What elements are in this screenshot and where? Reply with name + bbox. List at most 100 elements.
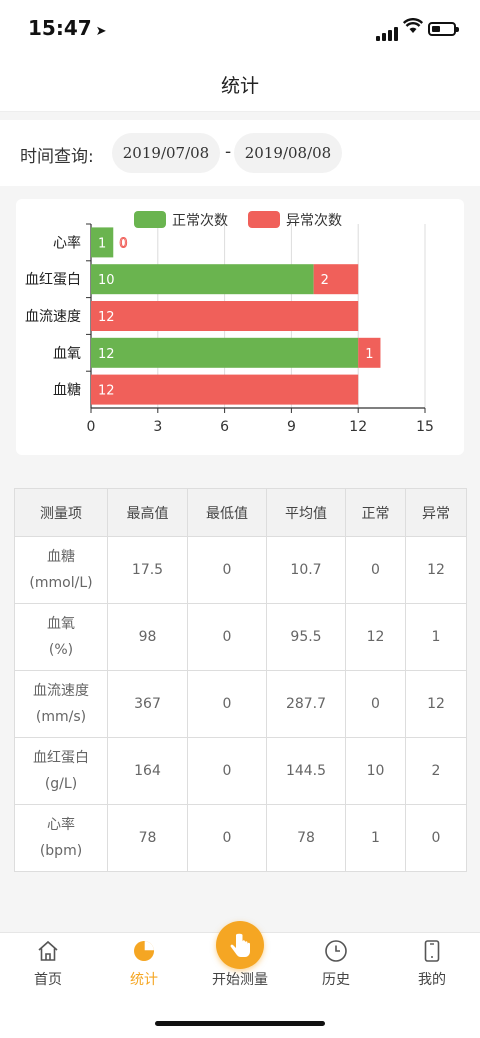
location-arrow-icon: ➤ (95, 24, 107, 39)
cell-item: 血流速度 (mm/s) (14, 670, 108, 738)
legend-label: 正常次数 (172, 213, 228, 229)
home-icon (38, 940, 58, 961)
pie-chart-icon (134, 941, 154, 961)
wifi-icon (402, 18, 424, 38)
cell-max: 367 (107, 670, 188, 738)
cell-avg: 144.5 (266, 737, 346, 805)
item-unit: (mmol/L) (29, 575, 93, 591)
header-abnormal: 异常 (405, 488, 467, 537)
bar (91, 374, 359, 405)
cell-avg: 287.7 (266, 670, 346, 738)
bar-value-label: 1 (98, 236, 106, 251)
cell-max: 98 (107, 603, 188, 671)
cell-min: 0 (187, 536, 267, 604)
x-tick-label: 0 (87, 419, 96, 435)
table-row: 血氧 (%) 98 0 95.5 12 1 (14, 603, 467, 671)
bar-value-label: 10 (98, 273, 115, 288)
cell-normal: 0 (345, 536, 406, 604)
x-tick-label: 9 (287, 419, 296, 435)
tab-history-label: 历史 (322, 972, 350, 988)
home-indicator (155, 1021, 325, 1026)
clock-icon (325, 940, 347, 962)
tab-history[interactable]: 历史 (288, 933, 384, 995)
status-time-text: 15:47 (28, 16, 92, 40)
y-tick-label: 血氧 (53, 346, 81, 362)
end-date-picker[interactable]: 2019/08/08 (234, 133, 342, 173)
table-row: 血流速度 (mm/s) 367 0 287.7 0 12 (14, 670, 467, 738)
date-separator: - (225, 142, 232, 162)
cell-max: 17.5 (107, 536, 188, 604)
tab-stats-label: 统计 (130, 972, 158, 988)
nav-bar: 统计 (0, 60, 480, 112)
header-max: 最高值 (107, 488, 188, 537)
cell-abnormal: 1 (405, 603, 467, 671)
item-unit: (%) (48, 642, 74, 658)
bar (91, 301, 359, 331)
header-avg: 平均值 (266, 488, 346, 537)
cell-item: 血红蛋白 (g/L) (14, 737, 108, 805)
header-normal: 正常 (345, 488, 406, 537)
signal-icon (376, 22, 400, 41)
page-title: 统计 (220, 75, 259, 97)
x-tick-label: 15 (416, 419, 434, 435)
start-measure-button[interactable] (216, 921, 264, 969)
item-name: 血氧 (47, 616, 75, 632)
tab-bar: 首页 统计 开始测量 历史 我的 (0, 921, 480, 995)
y-tick-label: 血红蛋白 (25, 272, 81, 288)
cell-normal: 10 (345, 737, 406, 805)
tab-mine[interactable]: 我的 (384, 933, 480, 995)
item-unit: (mm/s) (35, 709, 87, 725)
item-unit: (bpm) (39, 843, 83, 859)
bar-value-label: 12 (98, 384, 115, 399)
bar-chart-svg: 0 3 6 9 12 15心率 1 0血红蛋白 10 2血流速度 12血氧 12 1血糖 12正常次数 异常… (25, 211, 434, 435)
bar (91, 264, 314, 295)
bar-value-label: 0 (119, 236, 127, 251)
cell-item: 心率 (bpm) (14, 804, 108, 872)
legend-swatch (248, 211, 280, 228)
start-date-picker[interactable]: 2019/07/08 (112, 133, 220, 173)
cell-normal: 0 (345, 670, 406, 738)
bar-value-label: 2 (321, 273, 329, 288)
cell-normal: 12 (345, 603, 406, 671)
cell-avg: 10.7 (266, 536, 346, 604)
cell-min: 0 (187, 670, 267, 738)
battery-icon (428, 22, 459, 36)
tab-home[interactable]: 首页 (0, 933, 96, 995)
tab-start-measure-label: 开始测量 (212, 972, 268, 988)
y-tick-label: 心率 (53, 234, 81, 251)
cell-item: 血糖 (mmol/L) (14, 536, 108, 604)
stats-table: 测量项 最高值 最低值 平均值 正常 异常 血糖 (mmol/L) 17.5 0 … (14, 488, 467, 872)
item-unit: (g/L) (44, 776, 78, 792)
date-query-label: 时间查询: (20, 147, 94, 167)
cell-min: 0 (187, 804, 267, 872)
header-item: 测量项 (14, 488, 108, 537)
cell-avg: 78 (266, 804, 346, 872)
bar (91, 337, 359, 368)
x-tick-label: 3 (153, 419, 162, 435)
item-name: 血糖 (47, 549, 75, 565)
bar-value-label: 1 (365, 347, 373, 362)
y-tick-label: 血流速度 (25, 309, 81, 325)
y-tick-label: 血糖 (53, 383, 81, 399)
header-min: 最低值 (187, 488, 267, 537)
home-indicator-area (0, 994, 480, 1038)
legend-label: 异常次数 (286, 213, 342, 229)
item-name: 血红蛋白 (33, 750, 89, 766)
date-query: 时间查询: 2019/07/08 - 2019/08/08 (0, 120, 480, 186)
status-time: 15:47 ➤ (28, 16, 107, 40)
table-header-row: 测量项 最高值 最低值 平均值 正常 异常 (14, 488, 467, 537)
tab-mine-label: 我的 (418, 972, 446, 988)
x-tick-label: 12 (349, 419, 367, 435)
tab-stats[interactable]: 统计 (96, 933, 192, 995)
cell-max: 78 (107, 804, 188, 872)
stats-chart: 0 3 6 9 12 15 心率 1 0 血红蛋白 10 2 血流速度 12 血氧 12 1 血糖 12 正常次数 异常… (16, 199, 464, 455)
item-name: 心率 (47, 817, 75, 833)
bar-value-label: 12 (98, 347, 115, 362)
cell-max: 164 (107, 737, 188, 805)
cell-item: 血氧 (%) (14, 603, 108, 671)
cell-abnormal: 12 (405, 536, 467, 604)
x-tick-label: 6 (220, 419, 229, 435)
item-name: 血流速度 (33, 683, 89, 699)
tab-start-measure[interactable]: 开始测量 (192, 921, 288, 995)
table-row: 心率 (bpm) 78 0 78 1 0 (14, 804, 467, 872)
